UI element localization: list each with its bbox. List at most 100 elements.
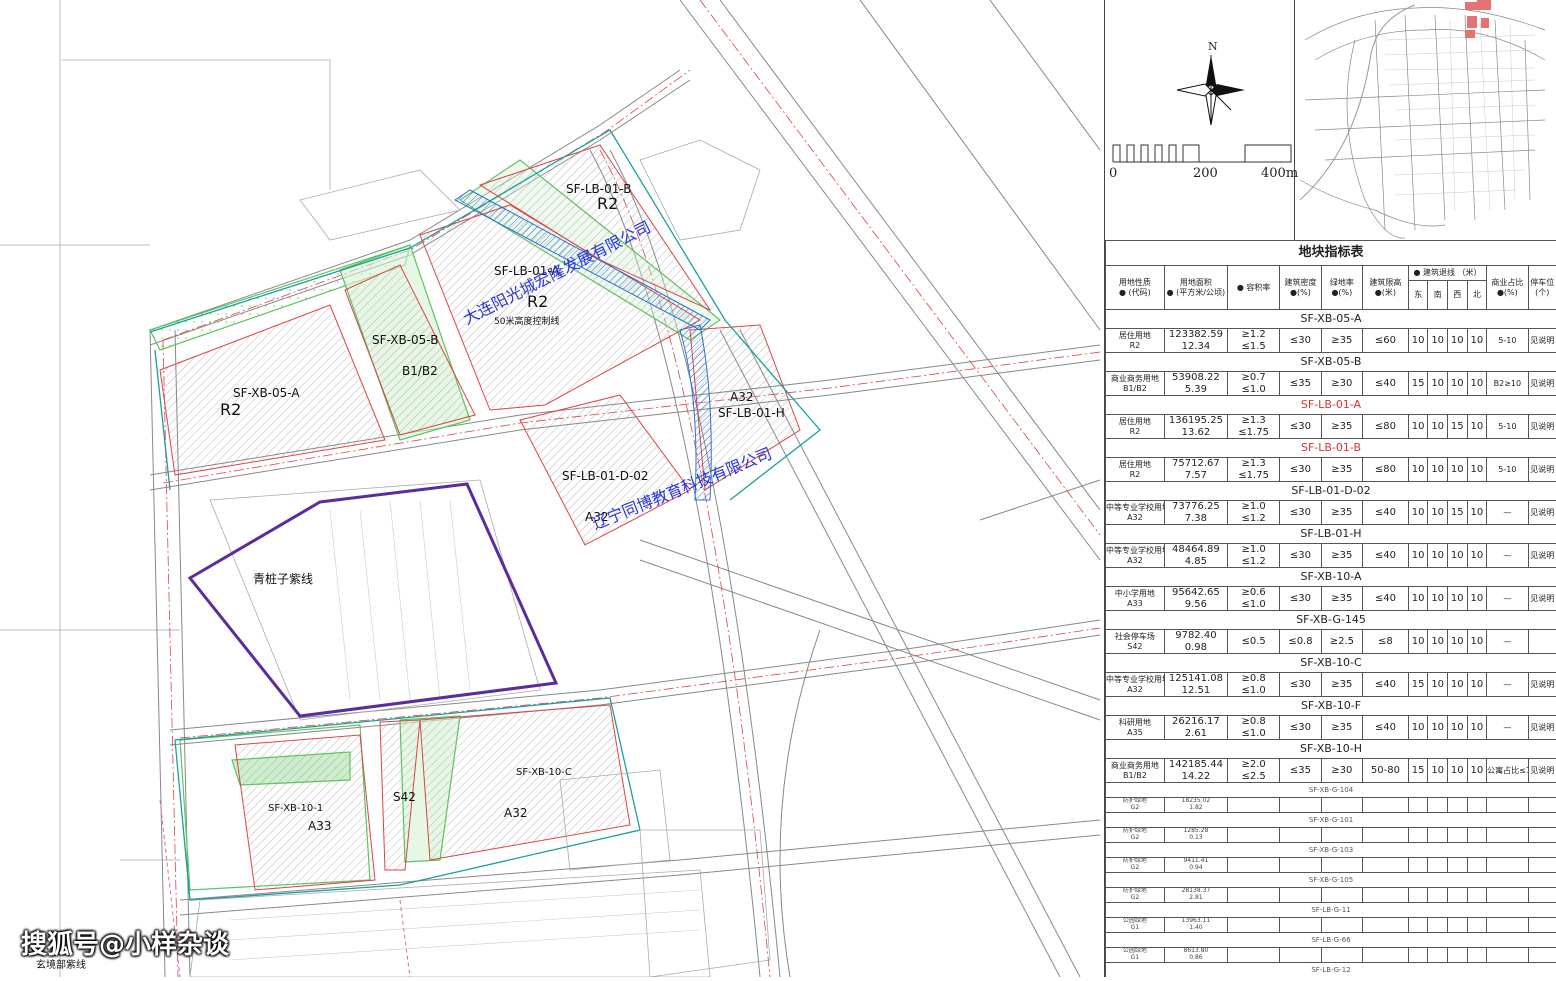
header-setback: ● 建筑退线 （米） <box>1408 266 1486 281</box>
empty-cell <box>1447 798 1467 813</box>
parcel-code-cell: SF-XB-G-104 <box>1106 783 1556 798</box>
parcel-label-use: S42 <box>393 790 416 804</box>
empty-cell <box>1487 888 1528 903</box>
density-cell: ≤0.8 <box>1280 630 1321 654</box>
parcel-code-cell: SF-LB-01-A <box>1106 396 1556 415</box>
height-cell: ≤60 <box>1363 329 1409 353</box>
n-cell: 10 <box>1467 372 1487 396</box>
parcel-code-cell: SF-LB-01-D-02 <box>1106 482 1556 501</box>
empty-cell <box>1227 828 1279 843</box>
use-cell: 居住用地R2 <box>1106 329 1165 353</box>
far-cell: ≥1.0≤1.2 <box>1227 544 1279 568</box>
empty-cell <box>1321 918 1362 933</box>
w-cell: 10 <box>1447 587 1467 611</box>
table-row-code: SF-XB-G-105 <box>1106 873 1556 888</box>
parcel-label-code: SF-XB-05-B <box>372 333 438 347</box>
s-cell: 10 <box>1428 544 1448 568</box>
e-cell: 10 <box>1408 501 1428 525</box>
use-cell: 商业商务用地B1/B2 <box>1106 759 1165 783</box>
parcel-label-code: SF-LB-01-D-02 <box>562 469 649 483</box>
w-cell: 10 <box>1447 716 1467 740</box>
green-cell: ≥2.5 <box>1321 630 1362 654</box>
n-cell: 10 <box>1467 716 1487 740</box>
empty-cell <box>1528 888 1556 903</box>
scale-label-400: 400m <box>1261 166 1298 181</box>
w-cell: 10 <box>1447 458 1467 482</box>
table-row-code: SF-XB-G-145 <box>1106 611 1556 630</box>
parcels <box>160 145 800 890</box>
empty-cell <box>1528 948 1556 963</box>
parcel-code-cell: SF-XB-10-H <box>1106 740 1556 759</box>
parking-cell: 见说明 <box>1528 544 1556 568</box>
commercial-cell: 5-10 <box>1487 329 1528 353</box>
area-cell: 123382.5912.34 <box>1164 329 1227 353</box>
density-cell: ≤35 <box>1280 759 1321 783</box>
commercial-cell: 公寓占比≤10 <box>1487 759 1528 783</box>
parcel-code-cell: SF-XB-G-103 <box>1106 843 1556 858</box>
parking-cell: 见说明 <box>1528 458 1556 482</box>
e-cell: 10 <box>1408 630 1428 654</box>
watermark: 搜狐号@小样杂谈 <box>21 924 229 961</box>
parcel-code-cell: SF-XB-G-101 <box>1106 813 1556 828</box>
header-parking: 停车位(个) <box>1528 266 1556 310</box>
empty-cell <box>1280 858 1321 873</box>
green-cell: ≥30 <box>1321 372 1362 396</box>
header-commercial: 商业占比●(%) <box>1487 266 1528 310</box>
n-cell: 10 <box>1467 458 1487 482</box>
green-cell: ≥35 <box>1321 587 1362 611</box>
empty-cell <box>1428 828 1448 843</box>
empty-cell <box>1467 888 1487 903</box>
table-row-code: SF-XB-10-H <box>1106 740 1556 759</box>
area-cell: 53908.225.39 <box>1164 372 1227 396</box>
header-far: ● 容积率 <box>1227 266 1279 310</box>
table-row-code: SF-XB-05-B <box>1106 353 1556 372</box>
parcel-label-code: SF-XB-05-A <box>233 386 300 400</box>
s-cell: 10 <box>1428 759 1448 783</box>
empty-cell <box>1280 888 1321 903</box>
table-row: 商业商务用地B1/B253908.225.39≥0.7≤1.0≤35≥30≤40… <box>1106 372 1556 396</box>
s-cell: 10 <box>1428 587 1448 611</box>
parcel-label-use: A32 <box>504 806 527 820</box>
parcel-code-cell: SF-XB-05-A <box>1106 310 1556 329</box>
parcel-SF-XB-10-C <box>420 705 630 860</box>
height-cell: ≤40 <box>1363 587 1409 611</box>
table-row: 居住用地R275712.677.57≥1.3≤1.75≤30≥35≤801010… <box>1106 458 1556 482</box>
table-row-code: SF-LB-01-A <box>1106 396 1556 415</box>
parcel-code-cell: SF-LB-G-66 <box>1106 933 1556 948</box>
area-cell: 28138.372.81 <box>1164 888 1227 903</box>
scale-label-200: 200 <box>1193 166 1218 181</box>
empty-cell <box>1467 858 1487 873</box>
parking-cell: 见说明 <box>1528 587 1556 611</box>
density-cell: ≤30 <box>1280 501 1321 525</box>
table-row: 中等专业学校用地A3273776.257.38≥1.0≤1.2≤30≥35≤40… <box>1106 501 1556 525</box>
w-cell: 10 <box>1447 372 1467 396</box>
planning-map[interactable]: SF-LB-01-B R2 SF-LB-01-A R2 SF-XB-05-B B… <box>0 0 1104 977</box>
e-cell: 15 <box>1408 372 1428 396</box>
n-cell: 10 <box>1467 759 1487 783</box>
empty-cell <box>1528 918 1556 933</box>
empty-cell <box>1363 918 1409 933</box>
s-cell: 10 <box>1428 673 1448 697</box>
table-row: 社会停车场S429782.400.98≤0.5≤0.8≥2.5≤81010101… <box>1106 630 1556 654</box>
empty-cell <box>1280 918 1321 933</box>
n-cell: 10 <box>1467 501 1487 525</box>
height-cell: ≤8 <box>1363 630 1409 654</box>
s-cell: 10 <box>1428 415 1448 439</box>
map-canvas <box>0 0 1104 977</box>
table-row-code: SF-XB-05-A <box>1106 310 1556 329</box>
commercial-cell: 5-10 <box>1487 415 1528 439</box>
e-cell: 10 <box>1408 415 1428 439</box>
commercial-cell: B2≥10 <box>1487 372 1528 396</box>
commercial-cell: — <box>1487 544 1528 568</box>
e-cell: 10 <box>1408 458 1428 482</box>
header-area: 用地面积● (平方米/公顷) <box>1164 266 1227 310</box>
commercial-cell: — <box>1487 630 1528 654</box>
e-cell: 15 <box>1408 673 1428 697</box>
parking-cell <box>1528 630 1556 654</box>
green-cell: ≥35 <box>1321 501 1362 525</box>
empty-cell <box>1363 888 1409 903</box>
e-cell: 10 <box>1408 329 1428 353</box>
use-cell: 公园绿地G1 <box>1106 918 1165 933</box>
empty-cell <box>1227 918 1279 933</box>
empty-cell <box>1321 948 1362 963</box>
